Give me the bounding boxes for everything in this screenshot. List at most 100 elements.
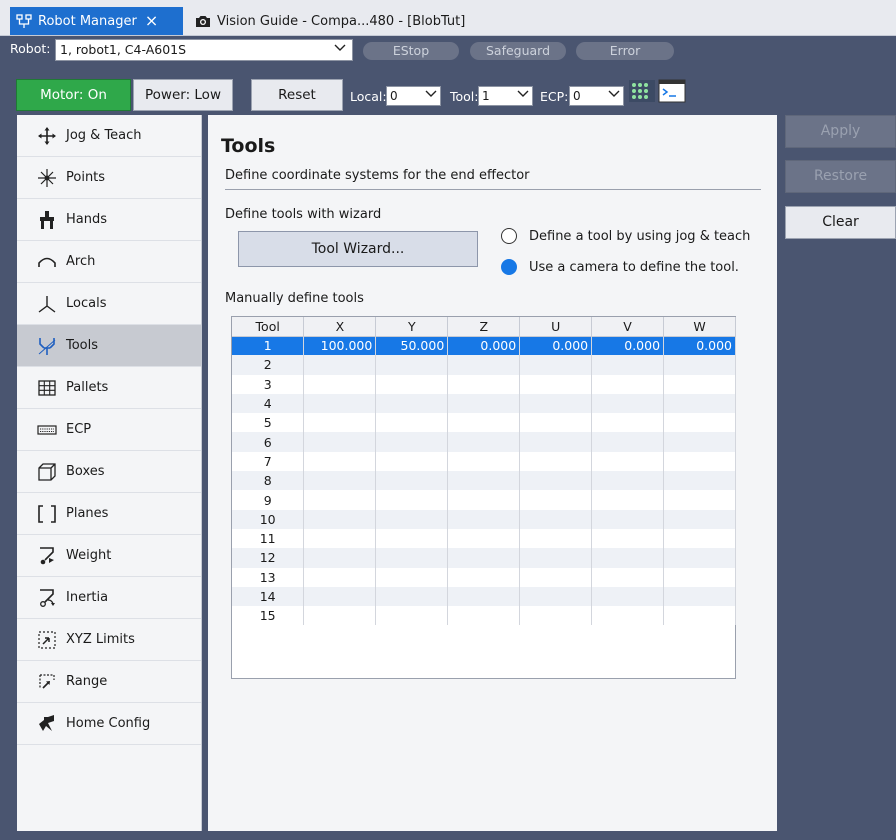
table-cell[interactable]: [591, 567, 665, 587]
table-cell[interactable]: [303, 490, 377, 510]
robot-select[interactable]: 1, robot1, C4-A601S: [55, 39, 353, 61]
table-row[interactable]: 7: [232, 451, 736, 472]
tool-wizard-button[interactable]: Tool Wizard...: [238, 231, 478, 267]
radio-camera[interactable]: Use a camera to define the tool.: [501, 259, 739, 275]
column-header[interactable]: W: [663, 317, 736, 337]
table-cell[interactable]: [375, 528, 449, 549]
reset-button[interactable]: Reset: [251, 79, 343, 111]
radio-camera-button[interactable]: [501, 259, 517, 275]
sidebar-item-arch[interactable]: Arch: [17, 241, 201, 283]
table-cell[interactable]: [519, 432, 593, 452]
table-cell[interactable]: [591, 432, 665, 452]
table-cell[interactable]: [591, 471, 665, 491]
sidebar-item-ecp[interactable]: ECP: [17, 409, 201, 451]
restore-button[interactable]: Restore: [785, 160, 896, 193]
table-cell[interactable]: [663, 606, 736, 626]
sidebar-item-home-config[interactable]: Home Config: [17, 703, 201, 745]
table-row[interactable]: 5: [232, 413, 736, 433]
table-cell[interactable]: [519, 548, 593, 568]
sidebar-item-range[interactable]: Range: [17, 661, 201, 703]
sidebar-item-locals[interactable]: Locals: [17, 283, 201, 325]
table-row[interactable]: 9: [232, 490, 736, 510]
sidebar-item-xyz-limits[interactable]: XYZ Limits: [17, 619, 201, 661]
table-cell[interactable]: [519, 586, 593, 607]
table-cell[interactable]: [447, 451, 521, 472]
table-cell[interactable]: [591, 374, 665, 394]
table-cell[interactable]: [591, 528, 665, 549]
table-cell[interactable]: [519, 490, 593, 510]
table-cell[interactable]: [519, 528, 593, 549]
table-cell[interactable]: [519, 374, 593, 394]
table-cell[interactable]: [447, 509, 521, 529]
table-cell[interactable]: [303, 509, 377, 529]
table-cell[interactable]: [375, 451, 449, 472]
table-cell[interactable]: 0.000: [447, 336, 521, 356]
tools-table[interactable]: Tool X Y Z U V W 1 100.000 50.000 0.000 0.00…: [231, 316, 736, 679]
table-cell[interactable]: [663, 528, 736, 549]
sidebar-item-boxes[interactable]: Boxes: [17, 451, 201, 493]
column-header[interactable]: U: [519, 317, 593, 337]
table-cell[interactable]: [519, 451, 593, 472]
table-row[interactable]: 2: [232, 355, 736, 375]
table-cell[interactable]: [663, 413, 736, 433]
table-cell[interactable]: [519, 471, 593, 491]
table-row[interactable]: 1 100.000 50.000 0.000 0.000 0.000 0.000: [232, 336, 736, 356]
table-row[interactable]: 4: [232, 393, 736, 414]
table-cell[interactable]: [519, 355, 593, 375]
table-cell[interactable]: 50.000: [375, 336, 449, 356]
sidebar-item-tools[interactable]: Tools: [17, 325, 201, 367]
table-row[interactable]: 15: [232, 606, 736, 626]
table-cell[interactable]: [447, 606, 521, 626]
table-cell[interactable]: [375, 393, 449, 414]
table-cell[interactable]: [663, 355, 736, 375]
table-cell[interactable]: 100.000: [303, 336, 377, 356]
table-cell[interactable]: 0.000: [519, 336, 593, 356]
column-header[interactable]: Z: [447, 317, 521, 337]
table-cell[interactable]: [519, 413, 593, 433]
table-cell[interactable]: [375, 432, 449, 452]
table-cell[interactable]: [375, 548, 449, 568]
table-cell[interactable]: [303, 413, 377, 433]
table-cell[interactable]: [447, 490, 521, 510]
column-header[interactable]: Y: [375, 317, 449, 337]
tab-robot-manager[interactable]: Robot Manager ×: [10, 7, 183, 35]
column-header[interactable]: V: [591, 317, 665, 337]
table-cell[interactable]: [519, 606, 593, 626]
table-cell[interactable]: [375, 374, 449, 394]
table-cell[interactable]: [663, 490, 736, 510]
table-cell[interactable]: [303, 528, 377, 549]
table-row[interactable]: 3: [232, 374, 736, 394]
table-row[interactable]: 10: [232, 509, 736, 529]
table-cell[interactable]: [663, 432, 736, 452]
column-header[interactable]: Tool: [232, 317, 305, 337]
table-cell[interactable]: [663, 548, 736, 568]
table-cell[interactable]: [303, 393, 377, 414]
local-select[interactable]: 0: [386, 86, 441, 106]
table-cell[interactable]: [375, 586, 449, 607]
radio-jog-teach-button[interactable]: [501, 228, 517, 244]
sidebar-item-planes[interactable]: Planes: [17, 493, 201, 535]
table-cell[interactable]: 0.000: [663, 336, 736, 356]
table-cell[interactable]: [303, 586, 377, 607]
table-cell[interactable]: [447, 393, 521, 414]
table-cell[interactable]: 0.000: [591, 336, 665, 356]
table-row[interactable]: 12: [232, 548, 736, 568]
ecp-select[interactable]: 0: [569, 86, 624, 106]
table-cell[interactable]: [447, 586, 521, 607]
table-cell[interactable]: [447, 432, 521, 452]
table-cell[interactable]: [663, 471, 736, 491]
table-cell[interactable]: [375, 490, 449, 510]
table-cell[interactable]: [591, 586, 665, 607]
clear-button[interactable]: Clear: [785, 206, 896, 239]
table-cell[interactable]: [663, 567, 736, 587]
table-cell[interactable]: [303, 471, 377, 491]
table-row[interactable]: 8: [232, 471, 736, 491]
table-cell[interactable]: [663, 586, 736, 607]
table-cell[interactable]: [447, 567, 521, 587]
table-cell[interactable]: [375, 471, 449, 491]
table-cell[interactable]: [447, 355, 521, 375]
table-cell[interactable]: [591, 509, 665, 529]
table-row[interactable]: 6: [232, 432, 736, 452]
table-row[interactable]: 14: [232, 586, 736, 607]
sidebar-item-pallets[interactable]: Pallets: [17, 367, 201, 409]
